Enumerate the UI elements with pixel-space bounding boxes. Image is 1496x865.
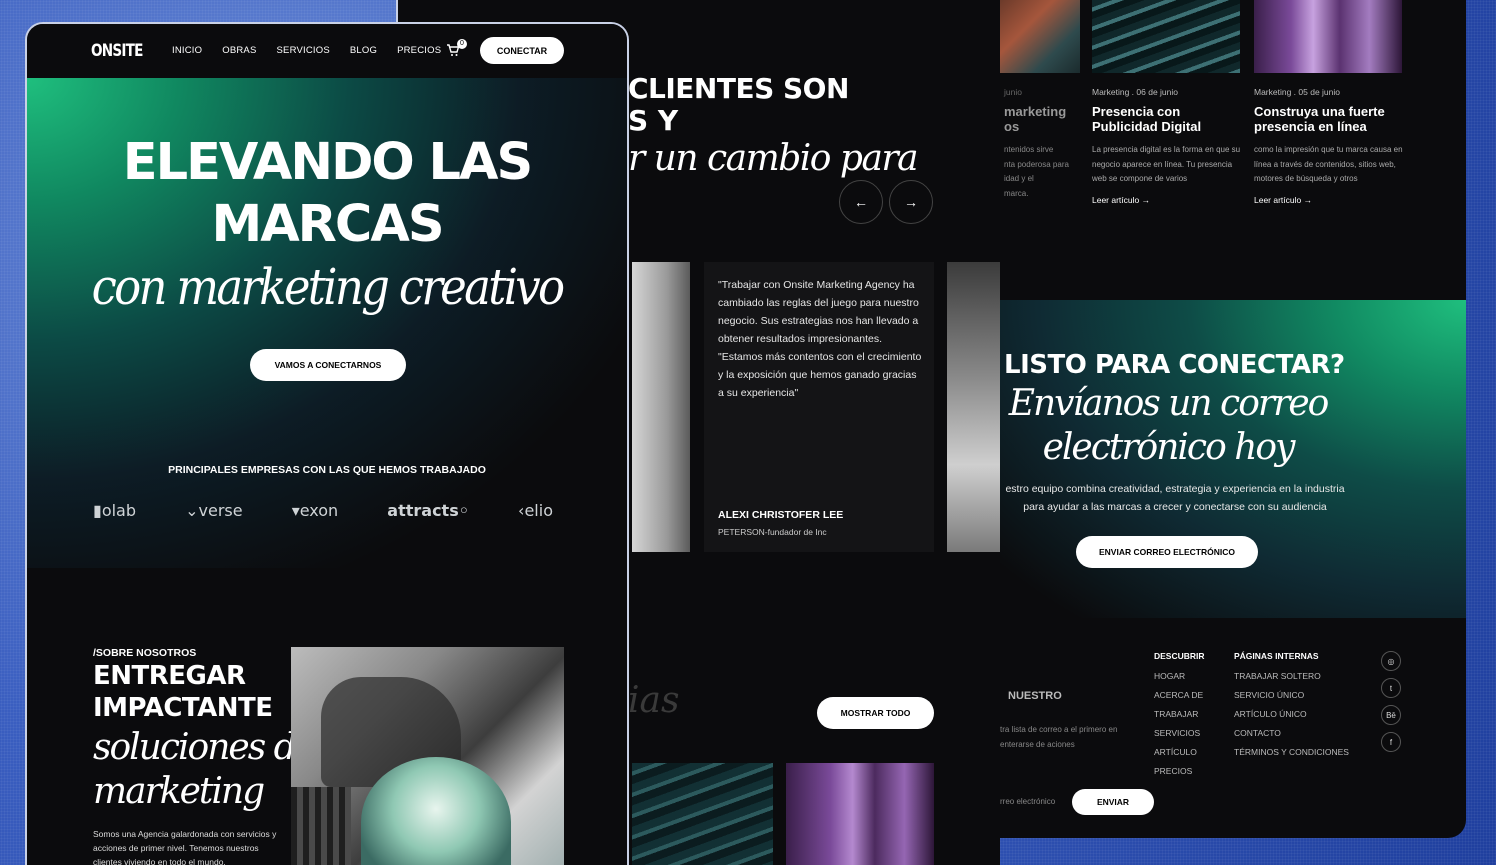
brand-logo-exon: ▾exon bbox=[291, 501, 339, 520]
brand-logo-attracts: attracts◦ bbox=[387, 501, 469, 520]
footer-discover-title: DESCUBRIR bbox=[1154, 651, 1205, 661]
show-all-button[interactable]: MOSTRAR TODO bbox=[817, 697, 934, 729]
footer-link[interactable]: HOGAR bbox=[1154, 671, 1185, 681]
post-excerpt: como la impresión que tu marca causa en … bbox=[1254, 145, 1403, 183]
footer-link[interactable]: SERVICIO ÚNICO bbox=[1234, 690, 1304, 700]
post-excerpt: La presencia digital es la forma en que … bbox=[1092, 145, 1241, 183]
testimonial-quote: "Trabajar con Onsite Marketing Agency ha… bbox=[718, 279, 922, 399]
arrow-left-icon: ← bbox=[854, 194, 868, 210]
contact-cta-section: LISTO PARA CONECTAR? Envíanos un correo e… bbox=[1000, 300, 1466, 618]
post-meta: Marketing . 06 de junio bbox=[1092, 87, 1178, 97]
read-article-link[interactable]: Leer artículo → bbox=[1092, 195, 1150, 205]
brand-logos: ▮olab ⌄verse ▾exon attracts◦ ‹elio bbox=[93, 501, 553, 520]
newsletter-title: NUESTRO bbox=[1008, 690, 1062, 702]
behance-icon[interactable]: Bē bbox=[1381, 705, 1401, 725]
arrow-right-icon: → bbox=[1303, 195, 1313, 205]
hero-section: ELEVANDO LAS MARCAS con marketing creativ… bbox=[27, 78, 627, 568]
post-meta: Marketing . 05 de junio bbox=[1254, 87, 1340, 97]
work-image-2[interactable] bbox=[786, 763, 934, 865]
footer-link[interactable]: ARTÍCULO bbox=[1154, 747, 1197, 757]
testimonial-photo-right bbox=[947, 262, 1000, 552]
footer-link[interactable]: ACERCA DE bbox=[1154, 690, 1203, 700]
hero-title: ELEVANDO LAS MARCAS bbox=[122, 133, 533, 254]
post-image-1[interactable] bbox=[1092, 0, 1240, 73]
post-image-2[interactable] bbox=[1254, 0, 1402, 73]
hero-script: con marketing creativo bbox=[91, 258, 566, 316]
brand-logo-elio: ‹elio bbox=[518, 501, 553, 520]
read-article-link[interactable]: Leer artículo → bbox=[1254, 195, 1312, 205]
about-title: ENTREGAR IMPACTANTE bbox=[93, 661, 273, 723]
section-title-2: S Y bbox=[628, 104, 679, 137]
dribbble-icon[interactable]: ◎ bbox=[1381, 651, 1401, 671]
nav-item-blog[interactable]: BLOG bbox=[350, 45, 377, 56]
post-meta-partial: junio bbox=[1004, 87, 1022, 97]
cta-description: estro equipo combina creatividad, estrat… bbox=[1005, 483, 1345, 513]
home-page: ONSITE INICIO OBRAS SERVICIOS BLOG PRECI… bbox=[25, 22, 629, 865]
cta-script: Envíanos un correo electrónico hoy bbox=[1008, 383, 1330, 468]
work-image-1[interactable] bbox=[632, 763, 773, 865]
about-label: /SOBRE NOSOTROS bbox=[93, 647, 197, 659]
nav-item-precios[interactable]: PRECIOS bbox=[397, 45, 441, 56]
brand-logo-verse: ⌄verse bbox=[185, 501, 243, 520]
testimonial-photo-left bbox=[632, 262, 690, 552]
section-title: CLIENTES SON bbox=[628, 72, 849, 105]
footer-link[interactable]: PRECIOS bbox=[1154, 766, 1192, 776]
prev-button[interactable]: ← bbox=[839, 180, 883, 224]
testimonial-role: PETERSON-fundador de Inc bbox=[718, 527, 827, 537]
post-image-partial[interactable] bbox=[1000, 0, 1080, 73]
brand-logo-olab: ▮olab bbox=[93, 501, 137, 520]
footer-link[interactable]: SERVICIOS bbox=[1154, 728, 1200, 738]
send-button[interactable]: ENVIAR bbox=[1072, 789, 1154, 815]
arrow-right-icon: → bbox=[1141, 195, 1151, 205]
footer-link[interactable]: ARTÍCULO ÚNICO bbox=[1234, 709, 1307, 719]
send-email-button[interactable]: ENVIAR CORREO ELECTRÓNICO bbox=[1076, 536, 1258, 568]
testimonial-author: ALEXI CHRISTOFER LEE bbox=[718, 509, 844, 521]
footer-link[interactable]: TRABAJAR bbox=[1154, 709, 1198, 719]
twitter-icon[interactable]: t bbox=[1381, 678, 1401, 698]
facebook-icon[interactable]: f bbox=[1381, 732, 1401, 752]
companies-title: PRINCIPALES EMPRESAS CON LAS QUE HEMOS T… bbox=[168, 464, 486, 476]
post-title-partial: marketing os bbox=[1004, 104, 1067, 134]
navbar: ONSITE INICIO OBRAS SERVICIOS BLOG PRECI… bbox=[27, 24, 627, 78]
post-title[interactable]: Presencia con Publicidad Digital bbox=[1092, 104, 1242, 134]
cart-count-badge: 0 bbox=[457, 39, 467, 49]
footer-pages-title: PÁGINAS INTERNAS bbox=[1234, 651, 1319, 661]
post-body-partial: ntenidos sirve nta poderosa para idad y el… bbox=[1004, 145, 1069, 198]
newsletter-text: tra lista de correo a el primero en ente… bbox=[1000, 725, 1118, 749]
next-button[interactable]: → bbox=[889, 180, 933, 224]
post-title[interactable]: Construya una fuerte presencia en línea bbox=[1254, 104, 1404, 134]
section-script: r un cambio para bbox=[628, 138, 919, 179]
footer-link[interactable]: TÉRMINOS Y CONDICIONES bbox=[1234, 747, 1349, 757]
blog-contact-page: junio marketing os ntenidos sirve nta pode… bbox=[998, 0, 1466, 838]
nav-item-servicios[interactable]: SERVICIOS bbox=[277, 45, 330, 56]
works-script-title: ias bbox=[628, 680, 680, 721]
about-script: soluciones de marketing bbox=[93, 727, 316, 812]
logo[interactable]: ONSITE bbox=[91, 41, 143, 61]
nav-item-inicio[interactable]: INICIO bbox=[172, 45, 202, 56]
email-input[interactable]: rreo electrónico bbox=[1000, 797, 1055, 806]
cta-title: LISTO PARA CONECTAR? bbox=[1004, 350, 1345, 380]
nav-item-obras[interactable]: OBRAS bbox=[222, 45, 256, 56]
footer-link[interactable]: TRABAJAR SOLTERO bbox=[1234, 671, 1321, 681]
arrow-right-icon: → bbox=[904, 194, 918, 210]
nav-menu: INICIO OBRAS SERVICIOS BLOG PRECIOS bbox=[172, 45, 441, 56]
footer-link[interactable]: CONTACTO bbox=[1234, 728, 1281, 738]
hero-cta-button[interactable]: VAMOS A CONECTARNOS bbox=[250, 349, 406, 381]
about-image bbox=[291, 647, 564, 865]
about-description: Somos una Agencia galardonada con servic… bbox=[93, 829, 277, 865]
testimonial-card: "Trabajar con Onsite Marketing Agency ha… bbox=[704, 262, 934, 552]
connect-button[interactable]: CONECTAR bbox=[480, 37, 564, 64]
